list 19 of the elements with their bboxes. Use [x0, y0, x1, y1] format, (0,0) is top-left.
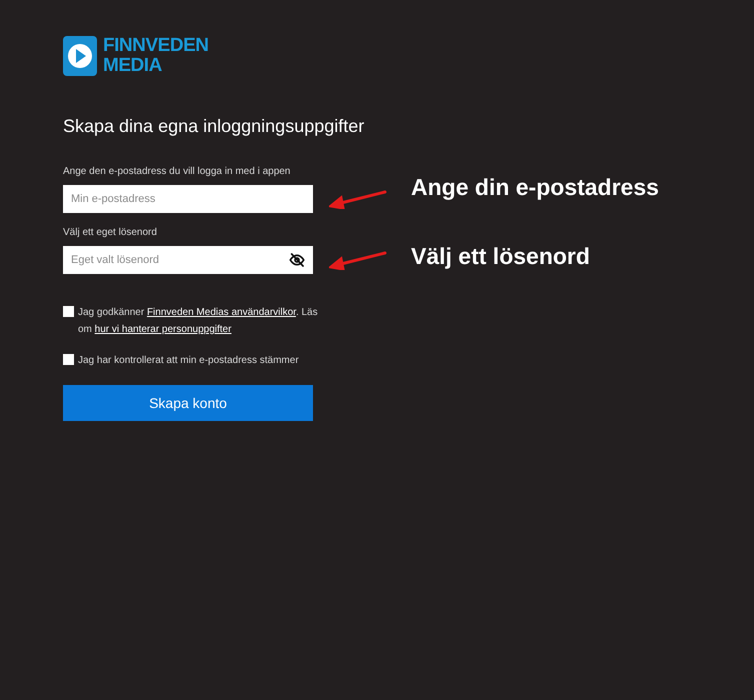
hide-password-icon[interactable] [289, 252, 305, 268]
field-label: Ange den e-postadress du vill logga in med i appen [63, 165, 292, 179]
create-account-button[interactable]: Skapa konto [63, 385, 313, 421]
annotation-text: Ange din e-postadress [411, 172, 659, 202]
email-field[interactable]: Min e-postadress [63, 185, 313, 213]
logo-play-icon [63, 36, 97, 76]
arrow-icon [329, 250, 387, 270]
password-field[interactable]: Eget valt lösenord [63, 246, 313, 274]
checkbox-label: Jag godkänner Finnveden Medias användarvilkor. Läs om hur vi hanterar personuppgifter [78, 306, 319, 337]
annotation-text: Välj ett lösenord [411, 242, 590, 271]
checkbox[interactable] [63, 354, 74, 365]
page-title: Skapa dina egna inloggningsuppgifter [63, 115, 366, 138]
arrow-icon [329, 189, 387, 209]
checkbox[interactable] [63, 306, 74, 317]
link[interactable]: Finnveden Medias användarvilkor [146, 307, 296, 318]
link[interactable]: hur vi hanterar personuppgifter [94, 324, 232, 335]
logo-text: FINNVEDEN MEDIA [103, 36, 209, 76]
checkbox-label: Jag har kontrollerat att min e-postadress stämmer [78, 354, 299, 368]
field-label: Välj ett eget lösenord [63, 226, 158, 240]
